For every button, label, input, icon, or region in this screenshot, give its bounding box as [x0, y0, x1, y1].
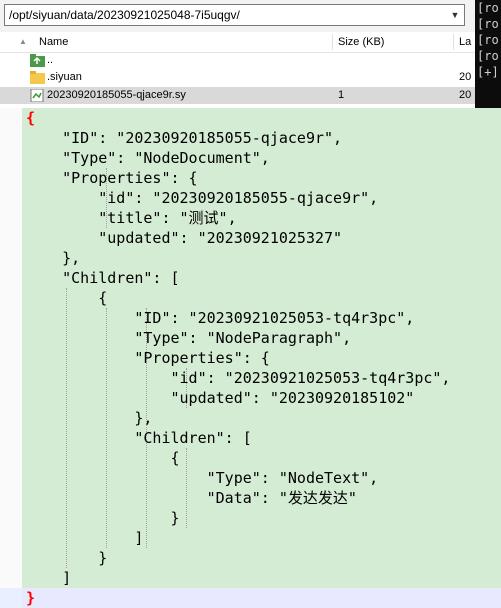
code-line: {	[26, 449, 180, 467]
folder-icon	[30, 71, 45, 84]
file-list-header: ▲ Name Size (KB) La	[0, 32, 475, 53]
code-line: "Properties": {	[26, 349, 270, 367]
code-line: }	[26, 509, 180, 527]
code-line: "title": "测试",	[26, 209, 237, 227]
code-line: "id": "20230920185055-qjace9r",	[26, 189, 379, 207]
file-name: 20230920185055-qjace9r.sy	[47, 89, 186, 101]
code-editor[interactable]: { "ID": "20230920185055-qjace9r", "Type"…	[0, 108, 501, 608]
code-line: },	[26, 249, 81, 267]
file-name: .siyuan	[47, 71, 82, 83]
code-line: "updated": "20230920185102"	[26, 389, 415, 407]
code-line: ]	[26, 569, 72, 587]
column-divider[interactable]	[453, 34, 454, 50]
column-divider[interactable]	[332, 34, 333, 50]
code-line: {	[26, 109, 36, 127]
code-line: "id": "20230921025053-tq4r3pc",	[26, 369, 451, 387]
file-date: 20	[459, 89, 472, 101]
code-line: {	[26, 289, 108, 307]
terminal-line: [ro	[477, 17, 499, 31]
code-line: "Children": [	[26, 429, 252, 447]
code-line: "Type": "NodeParagraph",	[26, 329, 352, 347]
code-line: "ID": "20230920185055-qjace9r",	[26, 129, 343, 147]
column-header-date[interactable]: La	[459, 32, 475, 52]
column-header-size[interactable]: Size (KB)	[338, 32, 384, 52]
code-line: ]	[26, 529, 144, 547]
column-header-name[interactable]: Name	[39, 32, 68, 52]
chevron-down-icon[interactable]: ▼	[447, 5, 463, 25]
code-line: "Properties": {	[26, 169, 198, 187]
file-row-parent[interactable]: ..	[0, 52, 475, 69]
path-bar: /opt/siyuan/data/20230921025048-7i5uqgv/…	[0, 0, 475, 32]
terminal-line: [ro	[477, 33, 499, 47]
terminal-panel[interactable]: [ro [ro [ro [ro [+]	[475, 0, 501, 112]
sort-arrow-icon[interactable]: ▲	[19, 32, 27, 52]
file-row-siyuan[interactable]: .siyuan 20	[0, 69, 475, 86]
file-size: 1	[338, 89, 345, 101]
file-name: ..	[47, 54, 54, 66]
code-line: "Type": "NodeDocument",	[26, 149, 270, 167]
path-input[interactable]: /opt/siyuan/data/20230921025048-7i5uqgv/	[4, 4, 465, 26]
code-line: "updated": "20230921025327"	[26, 229, 343, 247]
file-icon	[30, 89, 44, 102]
code-line: },	[26, 409, 153, 427]
code-line: "ID": "20230921025053-tq4r3pc",	[26, 309, 415, 327]
terminal-line: [ro	[477, 49, 499, 63]
editor-gutter	[0, 108, 22, 608]
code-line: }	[26, 549, 108, 567]
parent-folder-icon	[30, 54, 45, 67]
code-line: }	[26, 589, 36, 607]
file-date: 20	[459, 71, 472, 83]
code-line: "Data": "发达发达"	[26, 489, 357, 507]
code-line: "Type": "NodeText",	[26, 469, 379, 487]
terminal-line: [ro	[477, 1, 499, 15]
current-line-highlight	[22, 588, 501, 608]
terminal-line: [+]	[477, 65, 499, 79]
gutter-current-line	[0, 588, 22, 608]
file-row-selected[interactable]: 20230920185055-qjace9r.sy 1 20	[0, 87, 475, 104]
code-line: "Children": [	[26, 269, 180, 287]
